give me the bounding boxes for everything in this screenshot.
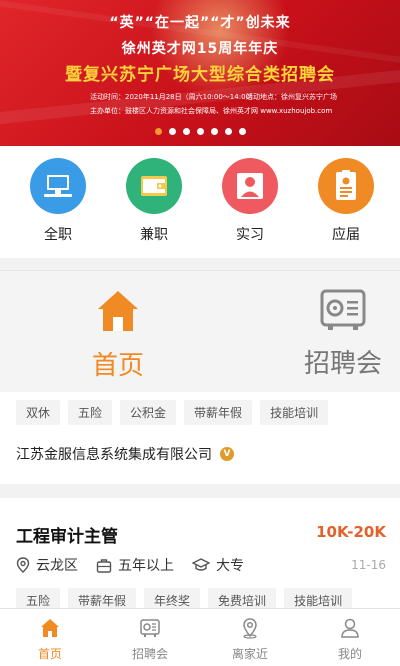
banner-time-info: 活动时间：2020年11月28日（周六10:00～14:00） — [90, 93, 257, 101]
job-card[interactable]: 工程审计主管 10K-20K 云龙区 五年以上 大专 11-16 五险 带薪年假… — [0, 498, 400, 614]
carousel-dot[interactable] — [196, 128, 204, 135]
computer-icon — [30, 158, 86, 214]
job-location: 云龙区 — [16, 555, 78, 575]
nav-label: 离家近 — [231, 647, 268, 661]
category-parttime[interactable]: 兼职 — [114, 158, 194, 244]
category-graduate[interactable]: 应届 — [306, 158, 386, 244]
location-pin-icon — [16, 557, 30, 573]
banner-subtitle: 徐州英才网15周年年庆 — [121, 41, 279, 57]
tab-job-fair-label: 招聘会 — [303, 349, 382, 379]
tab-job-fair[interactable]: 招聘会 — [273, 287, 400, 380]
carousel-dot[interactable] — [182, 128, 190, 135]
category-label: 全职 — [44, 227, 72, 243]
banner-place-info: 活动地点：徐州复兴苏宁广场 — [246, 93, 337, 101]
carousel-dot[interactable] — [154, 128, 162, 135]
job-education: 大专 — [192, 555, 244, 575]
benefit-tag: 公积金 — [120, 400, 177, 425]
promo-banner[interactable]: “英”“在一起”“才”创未来 徐州英才网15周年年庆 暨复兴苏宁广场大型综合类招… — [0, 0, 400, 146]
benefit-tag: 技能培训 — [260, 400, 329, 425]
benefit-tag: 带薪年假 — [184, 400, 253, 425]
job-card-partial[interactable]: 双休 五险 公积金 带薪年假 技能培训 江苏金服信息系统集成有限公司 V — [0, 392, 400, 484]
nav-home[interactable]: 首页 — [0, 609, 100, 666]
category-label: 应届 — [332, 227, 360, 243]
job-experience-text: 五年以上 — [118, 558, 174, 574]
job-location-text: 云龙区 — [36, 558, 78, 574]
category-internship[interactable]: 实习 — [210, 158, 290, 244]
home-icon — [41, 619, 59, 637]
banner-slogan: “英”“在一起”“才”创未来 — [109, 15, 291, 31]
job-education-text: 大专 — [216, 558, 244, 574]
company-name: 江苏金服信息系统集成有限公司 — [16, 447, 212, 463]
graduation-cap-icon — [192, 558, 210, 571]
nav-job-fair[interactable]: 招聘会 — [100, 609, 200, 666]
job-post-date: 11-16 — [351, 558, 386, 572]
banner-headline: 暨复兴苏宁广场大型综合类招聘会 — [65, 65, 335, 85]
nav-profile[interactable]: 我的 — [300, 609, 400, 666]
verified-badge: V — [220, 447, 234, 461]
job-meta: 云龙区 五年以上 大专 — [16, 555, 262, 575]
nav-label: 招聘会 — [131, 647, 168, 661]
carousel-dot[interactable] — [224, 128, 232, 135]
nav-label: 我的 — [337, 647, 362, 661]
section-tabs: 首页 招聘会 — [0, 270, 400, 392]
nav-label: 首页 — [37, 647, 62, 661]
carousel-dot[interactable] — [210, 128, 218, 135]
job-experience: 五年以上 — [96, 555, 174, 575]
bottom-nav: 首页 招聘会 离家近 我的 — [0, 608, 400, 666]
benefit-tags: 双休 五险 公积金 带薪年假 技能培训 — [16, 400, 336, 425]
job-title: 工程审计主管 — [16, 527, 118, 547]
home-icon — [98, 291, 138, 331]
user-icon — [341, 618, 359, 638]
nav-nearby[interactable]: 离家近 — [200, 609, 300, 666]
company-name-row[interactable]: 江苏金服信息系统集成有限公司 V — [16, 444, 234, 464]
job-category-grid: 全职 兼职 实习 应届 — [0, 146, 400, 258]
category-fulltime[interactable]: 全职 — [18, 158, 98, 244]
safe-icon — [140, 619, 160, 637]
tab-home-label: 首页 — [91, 351, 144, 381]
carousel-indicator — [0, 128, 400, 135]
wallet-icon — [126, 158, 182, 214]
benefit-tag: 五险 — [68, 400, 113, 425]
carousel-dot[interactable] — [168, 128, 176, 135]
banner-host-info: 主办单位：鼓楼区人力资源和社会保障局、徐州英才网 www.xuzhoujob.c… — [90, 107, 333, 115]
category-label: 兼职 — [140, 227, 168, 243]
carousel-dot[interactable] — [238, 128, 246, 135]
tab-home[interactable]: 首页 — [48, 287, 188, 382]
location-pin-icon — [243, 618, 257, 639]
benefit-tag: 双休 — [16, 400, 61, 425]
safe-icon — [320, 289, 366, 330]
person-icon — [222, 158, 278, 214]
job-salary: 10K-20K — [316, 523, 386, 541]
briefcase-icon — [96, 558, 112, 573]
id-card-icon — [318, 158, 374, 214]
category-label: 实习 — [236, 227, 264, 243]
